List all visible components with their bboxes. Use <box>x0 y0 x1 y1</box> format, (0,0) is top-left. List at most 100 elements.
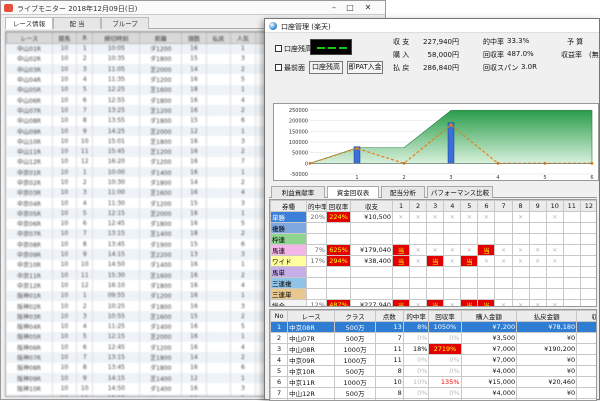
race-row[interactable]: 2中山07R500万70%0%¥3,500¥0 <box>271 333 598 344</box>
race-no: 4 <box>271 355 288 366</box>
empty-cell <box>563 256 580 267</box>
table-cell: 10 <box>52 229 76 239</box>
race-balance <box>577 355 597 366</box>
pat-deposit-button[interactable]: 即PAT入金 <box>347 61 383 74</box>
table-cell <box>206 342 230 352</box>
tab-fund-recovery[interactable]: 資金回収表 <box>327 186 379 198</box>
tab-performance-compare[interactable]: パフォーマンス比較 <box>427 186 493 198</box>
race-payout: ¥0 <box>517 366 577 377</box>
bet-balance <box>351 223 393 234</box>
account-balance-checkbox[interactable] <box>275 45 282 52</box>
table-cell: 阪神01R <box>7 291 53 301</box>
column-header[interactable]: 競馬 <box>52 33 76 44</box>
race-recovery: 2719% <box>429 344 461 355</box>
account-balance-button[interactable]: 口座残高 <box>309 61 343 74</box>
race-no: 5 <box>271 366 288 377</box>
race-column-header[interactable]: 的中率 <box>403 311 429 322</box>
y-tick-label: 200000 <box>289 119 308 125</box>
tab-payout[interactable]: 配 当 <box>53 17 101 29</box>
race-points: 11 <box>375 344 403 355</box>
table-cell: 2 <box>231 146 255 156</box>
empty-cell <box>563 223 580 234</box>
race-row[interactable]: 4中京09R1000万110%0%¥7,000¥0 <box>271 355 598 366</box>
column-header[interactable]: 締切時刻 <box>93 33 140 44</box>
race-column-header[interactable]: クラス <box>335 311 376 322</box>
table-cell: 16 <box>182 280 206 290</box>
bet-type-row[interactable]: 単勝20%224%¥10,500✕✕✕✕✕✕✕✕ <box>271 212 598 223</box>
stats-column-header: 2 <box>410 201 427 212</box>
table-cell: 15 <box>182 311 206 321</box>
tab-payout-analysis[interactable]: 配当分析 <box>381 186 425 198</box>
race-class: 1000万 <box>335 377 376 388</box>
bet-type-row[interactable]: 総合12%487%¥227,940当✕当✕当当✕✕✕✕ <box>271 300 598 308</box>
race-recovery: 0% <box>429 366 461 377</box>
table-cell: 10 <box>52 383 76 393</box>
table-cell: 中京09R <box>7 249 53 259</box>
table-cell: 11:00 <box>93 188 140 198</box>
purchase-value: 58,000円 <box>415 50 459 60</box>
tab-profit-contribution[interactable]: 利益貢献率 <box>271 186 325 198</box>
race-class: 1000万 <box>335 355 376 366</box>
empty-cell <box>563 267 580 278</box>
race-purchase: ¥7,000 <box>461 355 517 366</box>
table-cell: 13:15 <box>93 352 140 362</box>
column-header[interactable]: 距離 <box>140 33 182 44</box>
table-cell: 10 <box>52 105 76 115</box>
table-cell: 9 <box>77 126 93 136</box>
race-column-header[interactable]: 購入金額 <box>461 311 517 322</box>
table-cell: 阪神10R <box>7 383 53 393</box>
y-tick-label: 250000 <box>289 108 308 114</box>
race-column-header[interactable]: レース <box>288 311 335 322</box>
table-cell: 10 <box>52 85 76 95</box>
race-row[interactable]: 7中山12R500万80%0%¥4,000¥0 <box>271 388 598 399</box>
column-header[interactable]: 人気 <box>231 33 255 44</box>
table-cell <box>206 311 230 321</box>
miss-mark: ✕ <box>495 300 512 308</box>
column-header[interactable]: 頭数 <box>182 33 206 44</box>
always-on-top-checkbox[interactable] <box>275 64 282 71</box>
minimize-icon[interactable]: – <box>329 3 339 13</box>
race-row[interactable]: 3中山08R1000万1118%2719%¥7,000¥190,200 <box>271 344 598 355</box>
table-cell <box>206 105 230 115</box>
bet-hit-rate: 12% <box>307 300 327 308</box>
stats-column-header: 7 <box>495 201 512 212</box>
bet-type-row[interactable]: 複勝 <box>271 223 598 234</box>
race-column-header[interactable]: No <box>271 311 288 322</box>
empty-cell <box>410 278 427 289</box>
bet-type-row[interactable]: 三連単 <box>271 289 598 300</box>
race-row[interactable]: 5中京10R500万80%0%¥4,000¥0 <box>271 366 598 377</box>
table-cell: 12:15 <box>93 332 140 342</box>
race-column-header[interactable]: 点数 <box>375 311 403 322</box>
race-name: 中京11R <box>288 377 335 388</box>
table-cell: 10 <box>52 146 76 156</box>
race-recovery: 0% <box>429 388 461 399</box>
bet-type-row[interactable]: 馬単 <box>271 267 598 278</box>
table-cell <box>206 363 230 373</box>
bet-type-row[interactable]: ワイド17%294%¥38,400当✕当✕当✕✕✕✕✕ <box>271 256 598 267</box>
bet-type-row[interactable]: 三連複 <box>271 278 598 289</box>
empty-cell <box>580 245 597 256</box>
hit-mark: 当 <box>393 300 410 308</box>
column-header[interactable]: 払戻 <box>206 33 230 44</box>
race-row[interactable]: 1中京08R500万138%1050%¥7,200¥78,180 <box>271 322 598 333</box>
table-cell: 18 <box>182 85 206 95</box>
race-column-header[interactable]: 収支 <box>577 311 597 322</box>
empty-cell <box>529 289 546 300</box>
column-header[interactable]: レース <box>7 33 53 44</box>
bet-type-row[interactable]: 馬連7%625%¥179,040当✕✕✕✕当✕✕✕✕ <box>271 245 598 256</box>
bet-type-row[interactable]: 枠連 <box>271 234 598 245</box>
table-cell: 11 <box>77 146 93 156</box>
close-icon[interactable]: ✕ <box>363 3 373 13</box>
stats-column-header: 1 <box>393 201 410 212</box>
table-cell: 16 <box>182 322 206 332</box>
tab-race-info[interactable]: レース情報 <box>5 17 53 29</box>
race-column-header[interactable]: 回収率 <box>429 311 461 322</box>
race-column-header[interactable]: 払戻金額 <box>517 311 577 322</box>
race-row[interactable]: 6中京11R1000万1010%135%¥15,000¥20,460 <box>271 377 598 388</box>
tab-group[interactable]: ブループ <box>101 17 149 29</box>
table-cell: 13 <box>182 249 206 259</box>
table-cell: 芝2000 <box>140 126 182 136</box>
column-header[interactable]: R <box>77 33 93 44</box>
empty-cell <box>512 267 529 278</box>
maximize-icon[interactable]: □ <box>345 3 355 13</box>
